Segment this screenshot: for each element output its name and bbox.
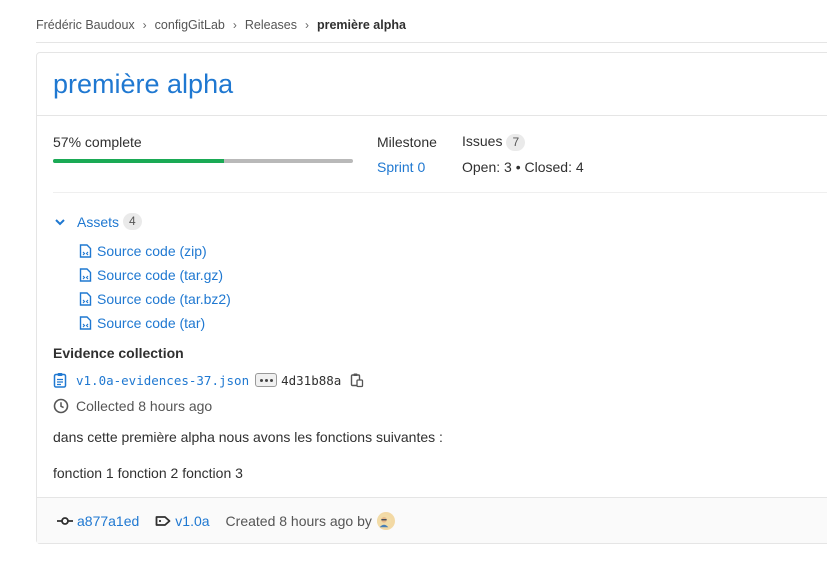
assets-toggle[interactable]: Assets 4: [53, 213, 142, 230]
release-description: dans cette première alpha nous avons les…: [53, 429, 443, 501]
clock-icon: [53, 398, 69, 414]
created-text: Created 8 hours ago by: [225, 512, 372, 529]
breadcrumb-separator-icon: ›: [142, 18, 147, 32]
tag-icon: [155, 515, 171, 526]
evidence-title: Evidence collection: [53, 345, 184, 361]
asset-link[interactable]: Source code (zip): [97, 243, 207, 259]
doc-code-icon: [79, 268, 92, 282]
doc-code-icon: [79, 292, 92, 306]
breadcrumb-separator-icon: ›: [304, 18, 309, 32]
milestone-progress-label: 57% complete: [53, 134, 142, 150]
evidence-sha: 4d31b88a: [281, 372, 342, 388]
evidence-file-link[interactable]: v1.0a-evidences-37.json: [76, 373, 249, 388]
issues-count-badge: 7: [506, 134, 526, 151]
author-avatar[interactable]: [376, 511, 395, 530]
assets-count-badge: 4: [123, 213, 142, 230]
ellipsis-dot-icon: [259, 378, 263, 382]
clipboard-list-icon: [53, 373, 67, 388]
breadcrumb-item-releases[interactable]: Releases: [245, 18, 297, 32]
asset-item[interactable]: Source code (tar.gz): [79, 263, 231, 287]
commit-ref[interactable]: a877a1ed: [57, 513, 139, 529]
asset-link[interactable]: Source code (tar.bz2): [97, 291, 231, 307]
expand-sha-button[interactable]: [255, 373, 278, 387]
evidence-collected-text: Collected 8 hours ago: [76, 398, 213, 414]
commit-icon: [57, 516, 73, 525]
doc-code-icon: [79, 316, 92, 330]
issues-summary: Open: 3 • Closed: 4: [462, 159, 584, 175]
milestone-label: Milestone: [377, 134, 437, 150]
copy-icon[interactable]: [350, 372, 364, 388]
chevron-down-icon: [55, 218, 65, 225]
avatar-icon: [376, 513, 391, 528]
doc-code-icon: [79, 244, 92, 258]
milestone-progress-bar: [53, 159, 353, 163]
assets-list: Source code (zip) Source code (tar.gz) S…: [79, 239, 231, 335]
breadcrumb-current-label: première alpha: [316, 18, 406, 32]
breadcrumb-item-project[interactable]: configGitLab: [155, 18, 225, 32]
asset-item[interactable]: Source code (tar.bz2): [79, 287, 231, 311]
ellipsis-dot-icon: [269, 378, 273, 382]
release-card: première alpha 57% complete Milestone Sp…: [36, 52, 827, 544]
ellipsis-dot-icon: [264, 378, 268, 382]
asset-link[interactable]: Source code (tar.gz): [97, 267, 223, 283]
commit-link[interactable]: a877a1ed: [77, 513, 139, 529]
breadcrumb-user-label[interactable]: Frédéric Baudoux: [36, 18, 135, 32]
breadcrumb-project-label[interactable]: configGitLab: [155, 18, 225, 32]
asset-item[interactable]: Source code (zip): [79, 239, 231, 263]
release-header: première alpha: [37, 53, 827, 116]
asset-link[interactable]: Source code (tar): [97, 315, 205, 331]
issues-label: Issues: [462, 133, 503, 149]
breadcrumb-item-current: première alpha: [317, 18, 406, 32]
breadcrumb-item-user[interactable]: Frédéric Baudoux: [36, 18, 135, 32]
milestone-progress-fill: [53, 159, 224, 163]
breadcrumb: Frédéric Baudoux › configGitLab › Releas…: [36, 8, 827, 43]
asset-item[interactable]: Source code (tar): [79, 311, 231, 335]
tag-ref[interactable]: v1.0a: [155, 513, 210, 529]
tag-link[interactable]: v1.0a: [175, 513, 209, 529]
evidence-collected: Collected 8 hours ago: [53, 398, 212, 414]
description-paragraph: fonction 1 fonction 2 fonction 3: [53, 465, 243, 481]
assets-label[interactable]: Assets: [77, 214, 119, 230]
release-title[interactable]: première alpha: [53, 67, 233, 101]
evidence-row: v1.0a-evidences-37.json 4d31b88a: [53, 370, 364, 390]
section-divider: [53, 192, 827, 193]
description-paragraph: dans cette première alpha nous avons les…: [53, 429, 443, 445]
breadcrumb-separator-icon: ›: [232, 18, 237, 32]
created-info: Created 8 hours ago by: [225, 511, 395, 530]
issues-label-group: Issues 7: [462, 133, 526, 151]
milestone-link[interactable]: Sprint 0: [377, 159, 425, 175]
breadcrumb-releases-label[interactable]: Releases: [245, 18, 297, 32]
release-footer: a877a1ed v1.0a Created 8 hours ago by: [37, 497, 827, 543]
